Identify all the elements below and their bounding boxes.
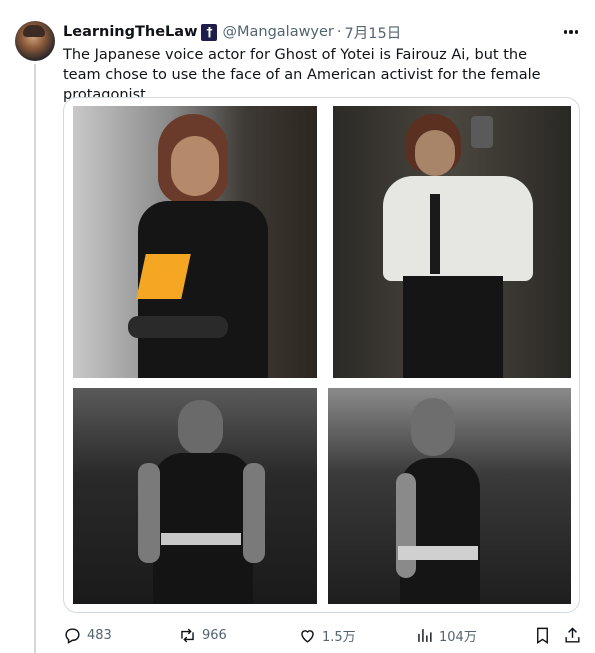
- photo-2[interactable]: [333, 106, 571, 378]
- views-button[interactable]: 104万: [415, 626, 477, 645]
- post-text: The Japanese voice actor for Ghost of Yo…: [63, 47, 541, 103]
- display-name[interactable]: LearningTheLaw: [63, 24, 197, 40]
- like-button[interactable]: 1.5万: [298, 626, 356, 645]
- reply-icon: [65, 628, 80, 644]
- bookmark-icon: [537, 627, 548, 644]
- reply-count: 483: [87, 628, 112, 643]
- repost-icon: [181, 628, 194, 643]
- cross-badge-icon: †: [201, 23, 218, 41]
- like-count: 1.5万: [322, 630, 356, 645]
- avatar[interactable]: [15, 21, 55, 61]
- share-icon: [565, 627, 580, 643]
- more-icon[interactable]: [560, 24, 582, 40]
- like-icon: [301, 630, 314, 643]
- handle[interactable]: @Mangalawyer: [222, 24, 333, 40]
- reply-button[interactable]: 483: [63, 626, 112, 645]
- repost-count: 966: [202, 628, 227, 643]
- separator: ·: [336, 24, 342, 40]
- media-grid: [63, 97, 580, 613]
- thread-line: [34, 64, 36, 653]
- views-icon: [418, 629, 432, 642]
- post-header: LearningTheLaw † @Mangalawyer · 7月15日: [63, 22, 401, 42]
- repost-button[interactable]: 966: [178, 626, 227, 645]
- photo-3[interactable]: [73, 388, 317, 604]
- views-count: 104万: [439, 630, 477, 645]
- post-date[interactable]: 7月15日: [345, 22, 402, 43]
- photo-4[interactable]: [328, 388, 571, 604]
- bookmark-button[interactable]: [533, 626, 552, 645]
- share-button[interactable]: [563, 626, 582, 645]
- action-bar: 483 966 1.5万 104万: [63, 622, 583, 650]
- photo-1[interactable]: [73, 106, 317, 378]
